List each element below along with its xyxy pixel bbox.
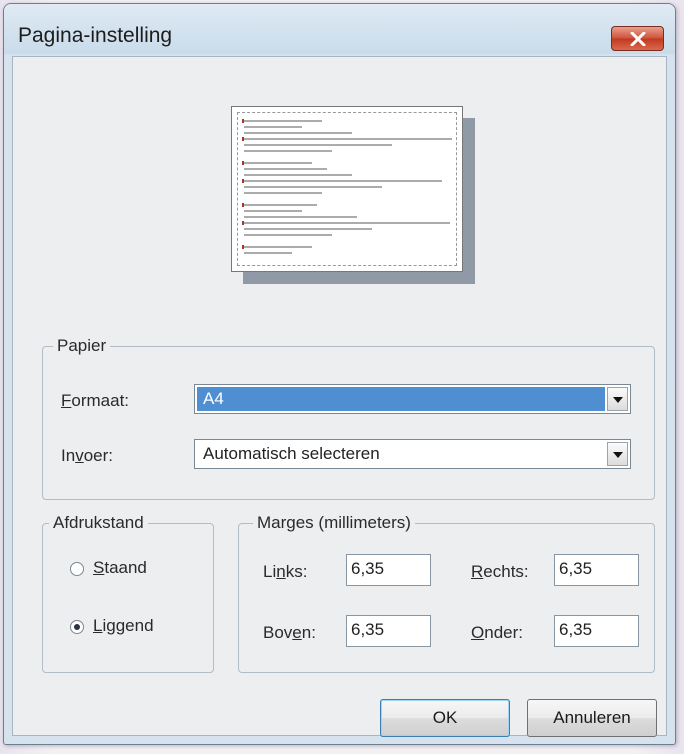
landscape-radio[interactable] <box>70 620 84 634</box>
margin-bottom-input[interactable]: 6,35 <box>554 615 639 647</box>
dialog-title: Pagina-instelling <box>18 24 173 47</box>
page-preview-paper <box>231 106 463 272</box>
title-bar: Pagina-instelling <box>4 4 675 54</box>
page-preview <box>231 106 475 286</box>
source-select[interactable]: Automatisch selecteren <box>194 439 631 469</box>
dialog-body: Papier Formaat: A4 Invoer: Automatisch s… <box>12 56 667 737</box>
margin-left-label: Links: <box>263 562 308 581</box>
paper-group: Papier <box>42 336 655 500</box>
page-preview-text-lines <box>242 119 452 254</box>
close-button[interactable] <box>611 26 664 51</box>
format-label: Formaat: <box>61 391 130 410</box>
ok-button[interactable]: OK <box>380 699 510 737</box>
margin-top-label: Boven: <box>263 623 316 642</box>
format-dropdown-arrow-icon[interactable] <box>607 387 628 411</box>
page-setup-dialog: Pagina-instelling Papier Formaat: A4 Inv… <box>3 3 676 745</box>
portrait-radio[interactable] <box>70 562 84 576</box>
format-select-value: A4 <box>197 387 605 411</box>
format-select[interactable]: A4 <box>194 384 631 414</box>
margin-left-input[interactable]: 6,35 <box>346 554 431 586</box>
source-label: Invoer: <box>61 446 113 465</box>
margins-group: Marges (millimeters) <box>238 513 655 673</box>
cancel-button[interactable]: Annuleren <box>527 699 657 737</box>
orientation-group: Afdrukstand <box>42 513 214 673</box>
source-select-value: Automatisch selecteren <box>203 444 380 463</box>
margin-bottom-label: Onder: <box>471 623 523 642</box>
landscape-label[interactable]: Liggend <box>93 616 154 636</box>
margins-group-legend: Marges (millimeters) <box>253 513 415 533</box>
close-x-icon <box>630 32 646 46</box>
paper-group-legend: Papier <box>53 336 111 356</box>
margin-top-input[interactable]: 6,35 <box>346 615 431 647</box>
margin-right-input[interactable]: 6,35 <box>554 554 639 586</box>
portrait-label[interactable]: Staand <box>93 558 147 578</box>
margin-right-label: Rechts: <box>471 562 529 581</box>
orientation-group-legend: Afdrukstand <box>49 513 148 533</box>
source-dropdown-arrow-icon[interactable] <box>607 442 628 466</box>
